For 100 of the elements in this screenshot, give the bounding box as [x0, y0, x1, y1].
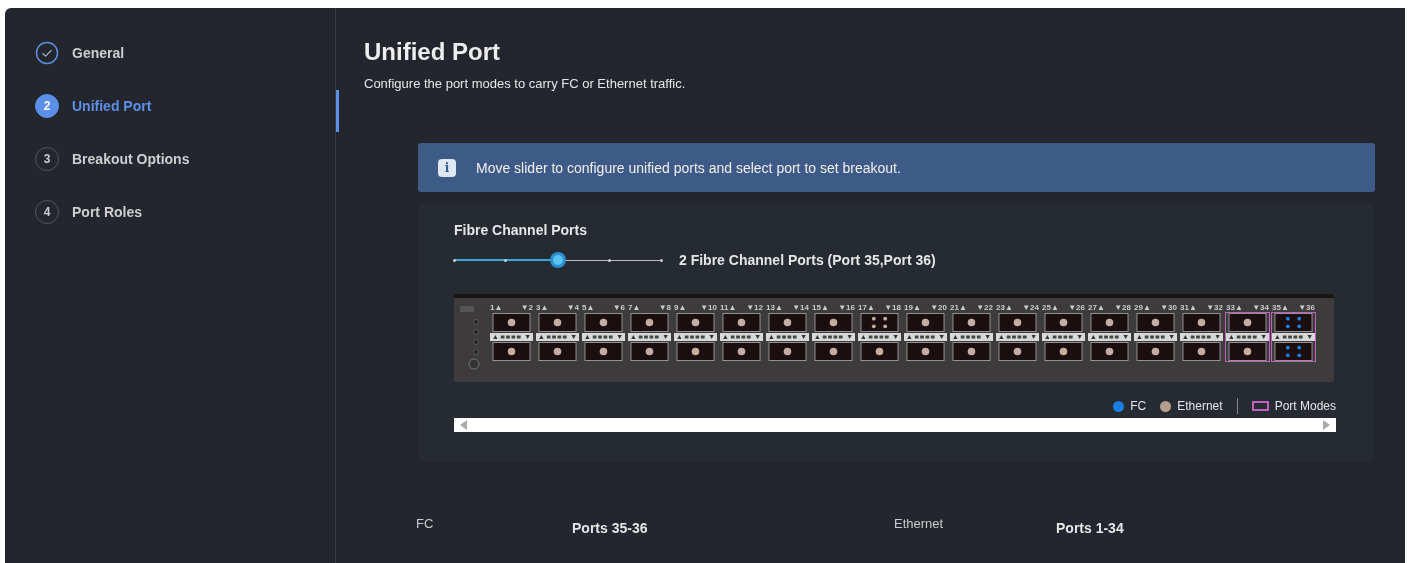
port-strip-icon [858, 333, 901, 341]
port-strip-icon [720, 333, 763, 341]
port-strip-icon [490, 333, 533, 341]
port-number: 1▲ [490, 302, 503, 312]
port-icon[interactable] [1272, 313, 1315, 332]
port-icon[interactable] [1180, 342, 1223, 361]
port-strip-icon [1180, 333, 1223, 341]
port-icon[interactable] [1088, 342, 1131, 361]
port-number: ▼16 [838, 302, 855, 312]
port-icon[interactable] [490, 313, 533, 332]
active-step-indicator [336, 90, 339, 132]
port-icon[interactable] [720, 342, 763, 361]
port-module[interactable]: 27▲ ▼28 [1087, 302, 1132, 382]
summary-label: FC [416, 516, 435, 533]
port-strip-icon [904, 333, 947, 341]
port-module[interactable]: 31▲ ▼32 [1179, 302, 1224, 382]
port-icon[interactable] [766, 313, 809, 332]
port-strip-icon [1272, 333, 1315, 341]
port-icon[interactable] [1272, 342, 1315, 361]
port-number: ▼12 [746, 302, 763, 312]
port-number: 29▲ [1134, 302, 1151, 312]
port-strip-icon [950, 333, 993, 341]
port-strip-icon [1134, 333, 1177, 341]
port-icon[interactable] [674, 313, 717, 332]
port-module[interactable]: 3▲ ▼4 [535, 302, 580, 382]
port-module[interactable]: 1▲ ▼2 [489, 302, 534, 382]
port-icon[interactable] [536, 313, 579, 332]
step-label: General [72, 44, 125, 61]
port-module[interactable]: 25▲ ▼26 [1041, 302, 1086, 382]
port-icon[interactable] [812, 342, 855, 361]
port-icon[interactable] [1042, 313, 1085, 332]
port-number: ▼10 [700, 302, 717, 312]
port-icon[interactable] [490, 342, 533, 361]
port-icon[interactable] [1226, 313, 1269, 332]
port-icon[interactable] [1180, 313, 1223, 332]
port-number: 15▲ [812, 302, 829, 312]
port-icon[interactable] [904, 313, 947, 332]
port-number: 27▲ [1088, 302, 1105, 312]
summary-value: Ports 35-36 [572, 520, 649, 536]
port-strip-icon [996, 333, 1039, 341]
port-icon[interactable] [582, 313, 625, 332]
port-strip-icon [766, 333, 809, 341]
section-title: Fibre Channel Ports [454, 222, 589, 238]
port-icon[interactable] [812, 313, 855, 332]
port-module[interactable]: 15▲ ▼16 [811, 302, 856, 382]
port-module[interactable]: 11▲ ▼12 [719, 302, 764, 382]
port-icon[interactable] [536, 342, 579, 361]
legend-label: FC [1130, 399, 1147, 413]
port-number: ▼30 [1160, 302, 1177, 312]
port-module[interactable]: 23▲ ▼24 [995, 302, 1040, 382]
port-number: ▼34 [1252, 302, 1269, 312]
port-icon[interactable] [858, 313, 901, 332]
port-icon[interactable] [720, 313, 763, 332]
port-number: ▼20 [930, 302, 947, 312]
port-icon[interactable] [766, 342, 809, 361]
wizard-step[interactable]: 2 Unified Port [35, 93, 335, 118]
port-number: ▼14 [792, 302, 809, 312]
port-icon[interactable] [1042, 342, 1085, 361]
port-module[interactable]: 13▲ ▼14 [765, 302, 810, 382]
port-module[interactable]: 19▲ ▼20 [903, 302, 948, 382]
port-number: ▼36 [1298, 302, 1315, 312]
step-label: Unified Port [72, 97, 152, 114]
port-icon[interactable] [904, 342, 947, 361]
port-icon[interactable] [996, 342, 1039, 361]
fc-port-slider[interactable] [454, 252, 661, 268]
port-module[interactable]: 17▲ ▼18 [857, 302, 902, 382]
port-strip-icon [1088, 333, 1131, 341]
slider-thumb[interactable] [549, 252, 566, 268]
port-number: 19▲ [904, 302, 921, 312]
port-module[interactable]: 5▲ ▼6 [581, 302, 626, 382]
port-icon[interactable] [950, 342, 993, 361]
port-number: 17▲ [858, 302, 875, 312]
port-icon[interactable] [1226, 342, 1269, 361]
port-icon[interactable] [1134, 342, 1177, 361]
port-number: 11▲ [720, 302, 737, 312]
port-number: ▼32 [1206, 302, 1223, 312]
port-number: 23▲ [996, 302, 1013, 312]
port-module[interactable]: 7▲ ▼8 [627, 302, 672, 382]
port-number: ▼6 [612, 302, 625, 312]
wizard-step[interactable]: 4 Port Roles [35, 199, 335, 224]
port-module[interactable]: 21▲ ▼22 [949, 302, 994, 382]
port-number: ▼8 [658, 302, 671, 312]
port-module[interactable]: 29▲ ▼30 [1133, 302, 1178, 382]
port-module[interactable]: 9▲ ▼10 [673, 302, 718, 382]
port-strip-icon [582, 333, 625, 341]
info-text: Move slider to configure unified ports and select port to set breakout. [476, 159, 901, 176]
port-icon[interactable] [628, 313, 671, 332]
port-icon[interactable] [674, 342, 717, 361]
port-icon[interactable] [950, 313, 993, 332]
step-label: Breakout Options [72, 150, 190, 167]
port-icon[interactable] [1088, 313, 1131, 332]
wizard-step[interactable]: 3 Breakout Options [35, 146, 335, 171]
port-icon[interactable] [628, 342, 671, 361]
port-icon[interactable] [582, 342, 625, 361]
port-icon[interactable] [858, 342, 901, 361]
port-icon[interactable] [1134, 313, 1177, 332]
port-icon[interactable] [996, 313, 1039, 332]
wizard-step[interactable]: General [35, 40, 335, 65]
port-number: 25▲ [1042, 302, 1059, 312]
check-circle-icon [35, 40, 59, 65]
